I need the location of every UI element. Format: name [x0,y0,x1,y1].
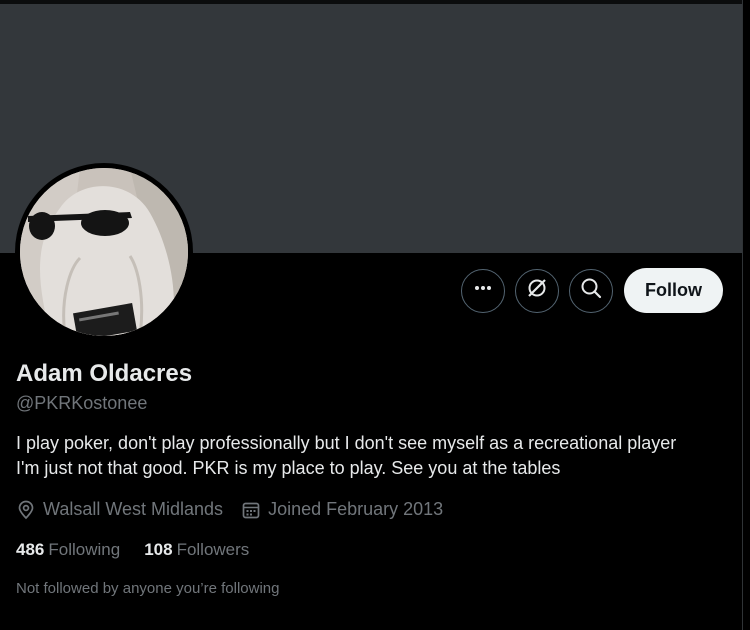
profile-bio: I play poker, don't play professionally … [16,431,731,481]
location: Walsall West Midlands [16,499,223,520]
profile-page: Follow Adam Oldacres @PKRKostonee I play… [0,0,750,630]
scrollbar[interactable] [742,0,750,630]
avatar[interactable] [15,163,193,341]
followers-link[interactable]: 108 Followers [144,540,249,560]
follow-stats: 486 Following 108 Followers [16,540,249,560]
following-label: Following [48,540,121,559]
profile-meta: Walsall West Midlands Joined February 20… [16,499,443,520]
location-pin-icon [16,500,36,520]
following-count: 486 [16,540,45,559]
join-date: Joined February 2013 [241,499,443,520]
followers-label: Followers [176,540,250,559]
more-button[interactable] [461,268,505,313]
followers-count: 108 [144,540,173,559]
bio-line: I play poker, don't play professionally … [16,433,677,453]
bio-line: I'm just not that good. PKR is my place … [16,458,561,478]
search-icon [580,277,602,304]
following-link[interactable]: 486 Following [16,540,120,560]
grok-icon [526,277,548,304]
more-horizontal-icon [473,278,493,303]
grok-button[interactable] [515,268,559,313]
profile-handle: @PKRKostonee [16,393,148,413]
followed-by-note: Not followed by anyone you’re following [16,580,280,597]
join-date-text: Joined February 2013 [268,499,444,519]
profile-name: Adam Oldacres [16,360,193,387]
calendar-icon [241,500,261,520]
search-button[interactable] [569,268,613,313]
profile-actions: Follow [461,268,723,313]
follow-button[interactable]: Follow [624,268,723,313]
avatar-image [20,168,188,336]
location-text: Walsall West Midlands [43,499,224,519]
